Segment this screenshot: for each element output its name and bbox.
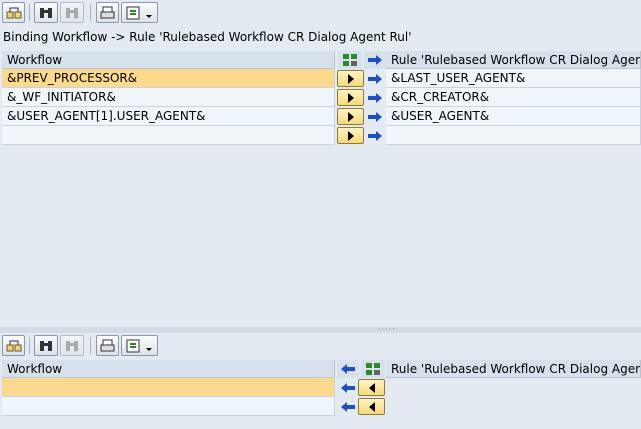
binoculars-next-icon	[66, 340, 79, 352]
arrow-left-icon	[341, 401, 355, 412]
arrow-cell	[337, 378, 359, 397]
export-icon	[126, 6, 152, 19]
play-right-icon	[347, 111, 354, 122]
arrow-right-icon	[368, 55, 382, 65]
workflow-cell[interactable]: &_WF_INITIATOR&	[2, 88, 335, 107]
binoculars-icon	[40, 340, 52, 351]
assign-back-button[interactable]	[358, 379, 385, 396]
rule-cell[interactable]: &LAST_USER_AGENT&	[386, 69, 641, 88]
play-right-icon	[347, 92, 354, 103]
assign-button[interactable]	[337, 108, 364, 125]
print-button[interactable]	[96, 335, 119, 356]
arrow-left-icon	[341, 364, 355, 374]
print-icon	[100, 6, 114, 18]
find-button[interactable]	[34, 2, 58, 23]
header-icon-cell	[361, 360, 385, 378]
workflow-column-header[interactable]: Workflow	[2, 360, 335, 378]
workflow-cell[interactable]	[2, 378, 335, 397]
find-button[interactable]	[34, 335, 58, 356]
arrow-cell	[364, 107, 386, 126]
arrow-cell	[364, 88, 386, 107]
assign-button[interactable]	[337, 89, 364, 106]
toolbar-separator	[90, 337, 91, 354]
arrow-right-icon	[368, 92, 382, 103]
arrow-right-icon	[368, 130, 382, 141]
rule-cell[interactable]	[386, 126, 641, 145]
grid-layout-icon	[366, 363, 380, 375]
workflow-cell[interactable]: &USER_AGENT[1].USER_AGENT&	[2, 107, 335, 126]
toolbar-separator	[29, 337, 30, 354]
rule-cell[interactable]: &CR_CREATOR&	[386, 88, 641, 107]
splitter-grip: ·····	[378, 325, 396, 334]
find-next-button[interactable]	[60, 335, 84, 356]
bottom-binding-grid: Workflow Rule 'Rulebased Workflow CR Dia…	[0, 360, 641, 429]
arrow-right-icon	[368, 73, 382, 84]
print-icon	[100, 339, 114, 351]
grid-layout-icon	[343, 54, 357, 66]
arrow-right-icon	[368, 111, 382, 122]
binoculars-icon	[40, 7, 52, 18]
workflow-cell[interactable]	[2, 126, 335, 145]
export-icon	[126, 339, 152, 352]
arrow-cell	[364, 69, 386, 88]
binding-caption: Binding Workflow -> Rule 'Rulebased Work…	[3, 30, 412, 44]
play-right-icon	[347, 73, 354, 84]
rule-column-header[interactable]: Rule 'Rulebased Workflow CR Dialog Agent	[386, 360, 641, 378]
expand-button[interactable]	[2, 2, 25, 23]
tree-expand-icon	[6, 7, 21, 18]
expand-button[interactable]	[2, 335, 25, 356]
tree-expand-icon	[6, 340, 21, 351]
workflow-cell[interactable]: &PREV_PROCESSOR&	[2, 69, 335, 88]
rule-column-header[interactable]: Rule 'Rulebased Workflow CR Dialog Agent	[386, 51, 641, 69]
bottom-toolbar	[0, 333, 641, 358]
export-menu-button[interactable]	[121, 335, 158, 356]
header-arrow-cell	[337, 360, 359, 378]
export-menu-button[interactable]	[121, 2, 158, 23]
toolbar-separator	[90, 4, 91, 21]
play-left-icon	[368, 382, 375, 393]
print-button[interactable]	[96, 2, 119, 23]
workflow-cell[interactable]	[2, 397, 335, 416]
arrow-left-icon	[341, 382, 355, 393]
find-next-button[interactable]	[60, 2, 84, 23]
header-arrow-cell	[364, 51, 386, 69]
assign-back-button[interactable]	[358, 398, 385, 415]
assign-button[interactable]	[337, 70, 364, 87]
toolbar-separator	[29, 4, 30, 21]
binoculars-next-icon	[66, 7, 79, 19]
top-toolbar	[0, 0, 641, 25]
assign-button[interactable]	[337, 127, 364, 144]
arrow-cell	[337, 397, 359, 416]
rule-cell[interactable]: &USER_AGENT&	[386, 107, 641, 126]
workflow-column-header[interactable]: Workflow	[2, 51, 335, 69]
header-icon-cell	[338, 51, 362, 69]
top-binding-grid: Workflow Rule 'Rulebased Workflow CR Dia…	[0, 51, 641, 327]
arrow-cell	[364, 126, 386, 145]
play-right-icon	[347, 130, 354, 141]
play-left-icon	[368, 401, 375, 412]
